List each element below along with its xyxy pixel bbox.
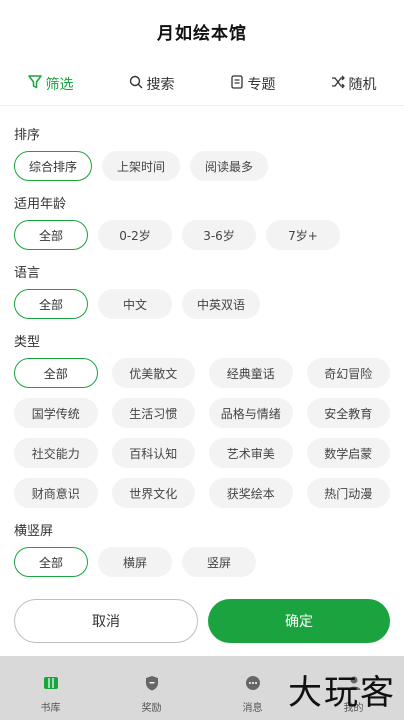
tab-filter[interactable]: 筛选 xyxy=(27,74,74,94)
tab-bar: 筛选 搜索 专题 随机 xyxy=(0,62,404,106)
page-title: 月如绘本馆 xyxy=(157,23,247,44)
nav-message[interactable]: 消息 xyxy=(243,674,263,714)
bottom-overlay: 书库 奖励 消息 我的 大玩客 xyxy=(0,656,404,720)
sort-label: 排序 xyxy=(14,128,41,143)
tab-topic[interactable]: 专题 xyxy=(230,74,276,94)
nav-reward[interactable]: 奖励 xyxy=(142,674,162,714)
nav-reward-label: 奖励 xyxy=(141,703,162,714)
orientation-label: 横竖屏 xyxy=(14,524,54,539)
confirm-button[interactable]: 确定 xyxy=(208,599,390,643)
book-icon xyxy=(230,74,244,93)
type-option[interactable]: 社交能力 xyxy=(14,438,98,468)
shuffle-icon xyxy=(331,75,345,93)
type-option[interactable]: 优美散文 xyxy=(111,358,195,388)
sort-option-comprehensive[interactable]: 综合排序 xyxy=(14,151,93,181)
tab-random-label: 随机 xyxy=(348,76,377,93)
action-bar: 取消 确定 xyxy=(0,599,404,643)
sort-option-newest[interactable]: 上架时间 xyxy=(102,151,181,181)
type-option[interactable]: 品格与情绪 xyxy=(209,398,293,428)
age-label: 适用年龄 xyxy=(14,197,67,212)
message-icon xyxy=(244,674,262,695)
filter-panel: 排序 综合排序 上架时间 阅读最多 适用年龄 全部 0-2岁 3-6岁 7岁+ … xyxy=(0,106,404,577)
nav-message-label: 消息 xyxy=(242,703,263,714)
type-option[interactable]: 全部 xyxy=(14,358,98,388)
type-option[interactable]: 生活习惯 xyxy=(111,398,195,428)
type-option[interactable]: 热门动漫 xyxy=(306,478,390,508)
orientation-option-landscape[interactable]: 横屏 xyxy=(98,547,172,577)
type-option[interactable]: 安全教育 xyxy=(306,398,390,428)
nav-library-label: 书库 xyxy=(40,703,61,714)
language-option-bilingual[interactable]: 中英双语 xyxy=(182,289,261,319)
type-option[interactable]: 经典童话 xyxy=(209,358,293,388)
type-option[interactable]: 奇幻冒险 xyxy=(306,358,390,388)
type-label: 类型 xyxy=(14,335,41,350)
orientation-option-all[interactable]: 全部 xyxy=(14,547,88,577)
filter-icon xyxy=(27,74,42,93)
sort-option-most-read[interactable]: 阅读最多 xyxy=(190,151,269,181)
type-option[interactable]: 百科认知 xyxy=(111,438,195,468)
watermark-text: 大玩客 xyxy=(288,673,396,713)
type-option[interactable]: 财商意识 xyxy=(14,478,98,508)
tab-random[interactable]: 随机 xyxy=(331,74,377,94)
type-option[interactable]: 数学启蒙 xyxy=(306,438,390,468)
age-option-all[interactable]: 全部 xyxy=(14,220,88,250)
type-option[interactable]: 艺术审美 xyxy=(209,438,293,468)
sort-options: 综合排序 上架时间 阅读最多 xyxy=(14,151,390,181)
library-icon xyxy=(42,674,60,695)
type-option[interactable]: 世界文化 xyxy=(111,478,195,508)
type-option[interactable]: 获奖绘本 xyxy=(209,478,293,508)
tab-topic-label: 专题 xyxy=(247,76,276,93)
language-label: 语言 xyxy=(14,266,41,281)
tab-search-label: 搜索 xyxy=(146,76,175,93)
type-option[interactable]: 国学传统 xyxy=(14,398,98,428)
cancel-button[interactable]: 取消 xyxy=(14,599,198,643)
type-options: 全部 优美散文 经典童话 奇幻冒险 国学传统 生活习惯 品格与情绪 安全教育 社… xyxy=(14,358,390,508)
title-bar: 月如绘本馆 xyxy=(0,0,404,62)
age-option-3-6[interactable]: 3-6岁 xyxy=(182,220,256,250)
language-option-all[interactable]: 全部 xyxy=(14,289,88,319)
orientation-options: 全部 横屏 竖屏 xyxy=(14,547,390,577)
age-option-0-2[interactable]: 0-2岁 xyxy=(98,220,172,250)
search-icon xyxy=(129,75,143,93)
tab-search[interactable]: 搜索 xyxy=(129,74,175,94)
orientation-option-portrait[interactable]: 竖屏 xyxy=(182,547,256,577)
language-option-chinese[interactable]: 中文 xyxy=(98,289,172,319)
shield-icon xyxy=(143,674,161,695)
tab-filter-label: 筛选 xyxy=(45,76,74,93)
language-options: 全部 中文 中英双语 xyxy=(14,289,390,319)
nav-library[interactable]: 书库 xyxy=(41,674,61,714)
age-option-7plus[interactable]: 7岁+ xyxy=(266,220,340,250)
age-options: 全部 0-2岁 3-6岁 7岁+ xyxy=(14,220,390,250)
